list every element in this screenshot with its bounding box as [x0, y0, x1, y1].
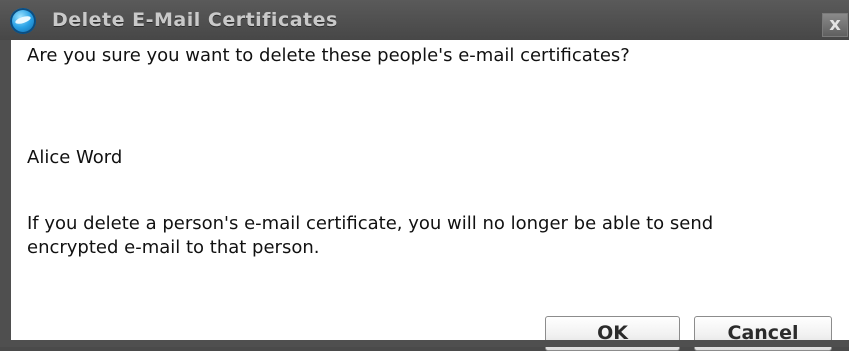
warning-text-line1: If you delete a person's e-mail certific… — [27, 213, 714, 234]
delete-certificates-dialog: Delete E-Mail Certificates x Are you sur… — [0, 0, 849, 351]
warning-text-line2: encrypted e-mail to that person. — [27, 237, 320, 258]
dialog-content: Are you sure you want to delete these pe… — [11, 40, 849, 351]
app-globe-icon — [10, 8, 36, 34]
title-bar[interactable]: Delete E-Mail Certificates x — [0, 0, 849, 40]
dialog-title: Delete E-Mail Certificates — [52, 9, 338, 31]
question-text: Are you sure you want to delete these pe… — [27, 45, 630, 66]
person-name: Alice Word — [27, 147, 123, 168]
window-bottom-border — [0, 340, 849, 347]
close-button[interactable]: x — [822, 13, 848, 37]
